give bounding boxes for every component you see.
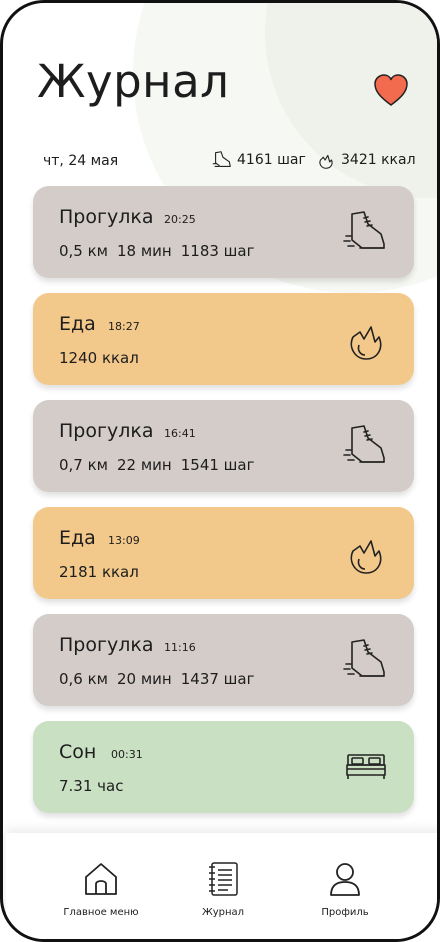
page-title: Журнал <box>37 55 230 108</box>
entry-details: 2181 ккал <box>59 563 139 581</box>
entry-calories: 1240 ккал <box>59 349 139 367</box>
entry-calories: 2181 ккал <box>59 563 139 581</box>
entry-title: Сон <box>59 741 97 763</box>
tab-label: Профиль <box>321 907 369 918</box>
entry-steps: 1541 шаг <box>180 456 255 474</box>
entry-distance: 0,6 км <box>59 670 108 688</box>
entry-title: Еда <box>59 313 96 335</box>
entry-time: 20:25 <box>164 213 196 226</box>
entry-details: 0,6 км 20 мин 1437 шаг <box>59 670 254 688</box>
entry-duration: 20 мин <box>117 670 172 688</box>
tab-label: Главное меню <box>63 907 139 918</box>
kcal-summary: 3421 ккал <box>315 149 416 171</box>
home-icon <box>85 863 117 895</box>
entry-duration: 18 мин <box>117 242 172 260</box>
entry-time: 11:16 <box>164 641 196 654</box>
sneaker-icon <box>343 639 385 677</box>
heart-icon[interactable] <box>373 73 409 107</box>
entry-distance: 0,5 км <box>59 242 108 260</box>
journal-entry-food[interactable]: Еда 13:09 2181 ккал <box>33 507 414 599</box>
steps-total: 4161 шаг <box>237 152 306 168</box>
journal-entry-walk[interactable]: Прогулка 20:25 0,5 км 18 мин 1183 шаг <box>33 186 414 278</box>
journal-entry-walk[interactable]: Прогулка 11:16 0,6 км 20 мин 1437 шаг <box>33 614 414 706</box>
entry-duration: 22 мин <box>117 456 172 474</box>
journal-entry-food[interactable]: Еда 18:27 1240 ккал <box>33 293 414 385</box>
entry-details: 0,5 км 18 мин 1183 шаг <box>59 242 254 260</box>
entry-time: 18:27 <box>108 320 140 333</box>
journal-icon <box>209 862 238 896</box>
journal-entry-walk[interactable]: Прогулка 16:41 0,7 км 22 мин 1541 шаг <box>33 400 414 492</box>
current-date: чт, 24 мая <box>43 153 119 169</box>
entry-time: 13:09 <box>108 534 140 547</box>
entry-distance: 0,7 км <box>59 456 108 474</box>
entry-details: 0,7 км 22 мин 1541 шаг <box>59 456 254 474</box>
steps-summary: 4161 шаг <box>211 149 306 171</box>
tab-label: Журнал <box>201 907 245 918</box>
entry-steps: 1437 шаг <box>180 670 255 688</box>
entry-steps: 1183 шаг <box>180 242 255 260</box>
sneaker-icon <box>212 151 231 167</box>
sneaker-icon <box>343 211 385 249</box>
entry-title: Прогулка <box>59 634 154 656</box>
entry-title: Еда <box>59 527 96 549</box>
entry-details: 1240 ккал <box>59 349 139 367</box>
kcal-total: 3421 ккал <box>341 152 416 168</box>
entry-time: 16:41 <box>164 427 196 440</box>
entry-details: 7.31 час <box>59 777 123 795</box>
entry-title: Прогулка <box>59 420 154 442</box>
profile-icon <box>330 863 360 896</box>
entry-time: 00:31 <box>111 748 143 761</box>
flame-icon <box>350 540 382 574</box>
sneaker-icon <box>343 425 385 463</box>
bed-icon <box>346 754 386 779</box>
journal-entry-sleep[interactable]: Сон 00:31 7.31 час <box>33 721 414 813</box>
bottom-tab-bar: Главное меню Журнал Профиль <box>6 833 437 939</box>
phone-frame: Журнал чт, 24 мая 4161 шаг 3421 ккал Про… <box>0 0 440 942</box>
flame-icon <box>350 326 382 360</box>
flame-icon <box>319 154 333 169</box>
entry-title: Прогулка <box>59 206 154 228</box>
entry-duration: 7.31 час <box>59 777 124 795</box>
